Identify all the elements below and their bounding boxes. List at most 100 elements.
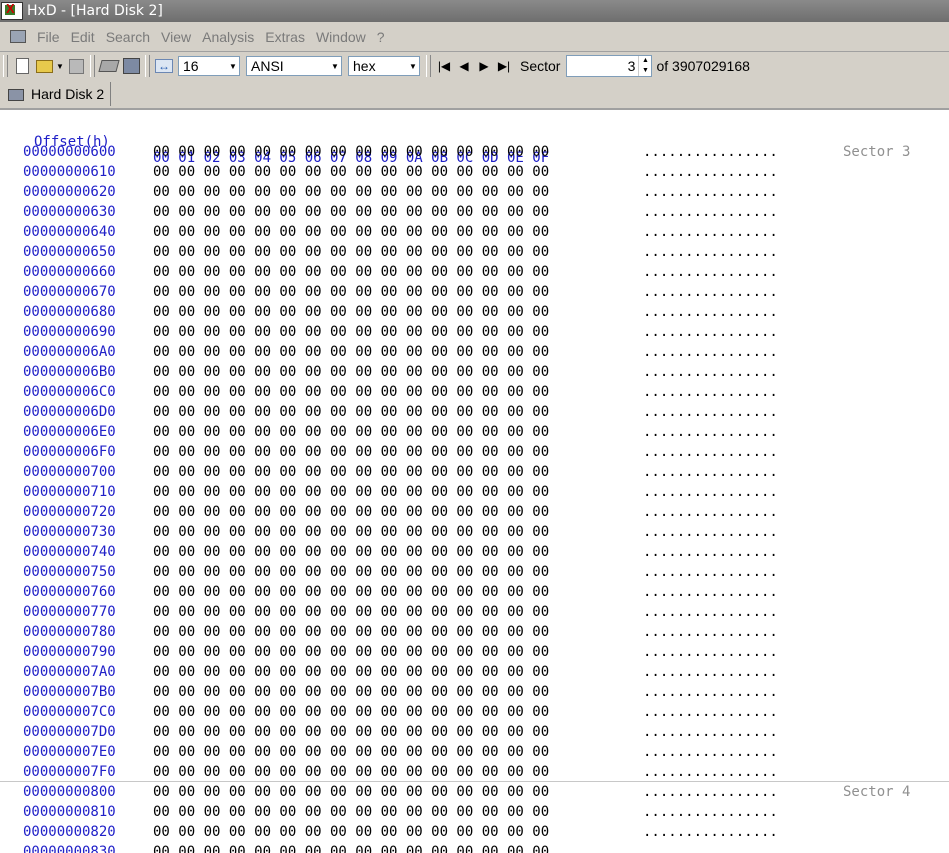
row-ascii[interactable]: ................ bbox=[643, 524, 778, 540]
row-ascii[interactable]: ................ bbox=[643, 564, 778, 580]
row-bytes[interactable]: 00 00 00 00 00 00 00 00 00 00 00 00 00 0… bbox=[153, 264, 549, 280]
row-bytes[interactable]: 00 00 00 00 00 00 00 00 00 00 00 00 00 0… bbox=[153, 404, 549, 420]
chevron-down-icon[interactable]: ▼ bbox=[407, 57, 419, 75]
row-bytes[interactable]: 00 00 00 00 00 00 00 00 00 00 00 00 00 0… bbox=[153, 584, 549, 600]
row-ascii[interactable]: ................ bbox=[643, 384, 778, 400]
row-ascii[interactable]: ................ bbox=[643, 464, 778, 480]
row-bytes[interactable]: 00 00 00 00 00 00 00 00 00 00 00 00 00 0… bbox=[153, 164, 549, 180]
row-ascii[interactable]: ................ bbox=[643, 684, 778, 700]
open-file-icon[interactable] bbox=[33, 55, 55, 77]
chevron-down-icon[interactable]: ▼ bbox=[227, 57, 239, 75]
row-bytes[interactable]: 00 00 00 00 00 00 00 00 00 00 00 00 00 0… bbox=[153, 464, 549, 480]
offset-base-select[interactable]: hex ▼ bbox=[348, 56, 420, 76]
new-file-icon[interactable] bbox=[11, 55, 33, 77]
row-ascii[interactable]: ................ bbox=[643, 584, 778, 600]
row-bytes[interactable]: 00 00 00 00 00 00 00 00 00 00 00 00 00 0… bbox=[153, 324, 549, 340]
row-ascii[interactable]: ................ bbox=[643, 844, 778, 853]
row-bytes[interactable]: 00 00 00 00 00 00 00 00 00 00 00 00 00 0… bbox=[153, 224, 549, 240]
row-bytes[interactable]: 00 00 00 00 00 00 00 00 00 00 00 00 00 0… bbox=[153, 344, 549, 360]
last-sector-icon[interactable]: ▶| bbox=[494, 55, 514, 77]
row-ascii[interactable]: ................ bbox=[643, 164, 778, 180]
row-ascii[interactable]: ................ bbox=[643, 724, 778, 740]
row-ascii[interactable]: ................ bbox=[643, 404, 778, 420]
row-bytes[interactable]: 00 00 00 00 00 00 00 00 00 00 00 00 00 0… bbox=[153, 364, 549, 380]
row-bytes[interactable]: 00 00 00 00 00 00 00 00 00 00 00 00 00 0… bbox=[153, 204, 549, 220]
row-bytes[interactable]: 00 00 00 00 00 00 00 00 00 00 00 00 00 0… bbox=[153, 184, 549, 200]
row-bytes[interactable]: 00 00 00 00 00 00 00 00 00 00 00 00 00 0… bbox=[153, 504, 549, 520]
previous-sector-icon[interactable]: ◀ bbox=[454, 55, 474, 77]
open-disk-icon[interactable] bbox=[98, 55, 120, 77]
toolbar-grip[interactable] bbox=[426, 55, 431, 77]
row-ascii[interactable]: ................ bbox=[643, 504, 778, 520]
menu-file[interactable]: File bbox=[36, 27, 61, 47]
row-ascii[interactable]: ................ bbox=[643, 764, 778, 780]
row-bytes[interactable]: 00 00 00 00 00 00 00 00 00 00 00 00 00 0… bbox=[153, 524, 549, 540]
row-bytes[interactable]: 00 00 00 00 00 00 00 00 00 00 00 00 00 0… bbox=[153, 664, 549, 680]
menu-extras[interactable]: Extras bbox=[264, 27, 306, 47]
menu-analysis[interactable]: Analysis bbox=[201, 27, 255, 47]
row-ascii[interactable]: ................ bbox=[643, 324, 778, 340]
row-bytes[interactable]: 00 00 00 00 00 00 00 00 00 00 00 00 00 0… bbox=[153, 784, 549, 800]
menu-search[interactable]: Search bbox=[105, 27, 151, 47]
row-ascii[interactable]: ................ bbox=[643, 804, 778, 820]
open-dropdown-arrow-icon[interactable]: ▼ bbox=[55, 55, 65, 77]
chevron-down-icon[interactable]: ▼ bbox=[329, 57, 341, 75]
menu-view[interactable]: View bbox=[160, 27, 192, 47]
open-ram-icon[interactable] bbox=[120, 55, 142, 77]
row-bytes[interactable]: 00 00 00 00 00 00 00 00 00 00 00 00 00 0… bbox=[153, 804, 549, 820]
row-bytes[interactable]: 00 00 00 00 00 00 00 00 00 00 00 00 00 0… bbox=[153, 564, 549, 580]
row-ascii[interactable]: ................ bbox=[643, 444, 778, 460]
row-ascii[interactable]: ................ bbox=[643, 644, 778, 660]
hex-editor-view[interactable]: Offset(h) 00 01 02 03 04 05 06 07 08 09 … bbox=[0, 110, 949, 853]
chevron-up-icon[interactable]: ▲ bbox=[639, 56, 651, 66]
sector-input[interactable]: 3 ▲ ▼ bbox=[566, 55, 653, 77]
chevron-down-icon[interactable]: ▼ bbox=[639, 66, 651, 76]
row-ascii[interactable]: ................ bbox=[643, 244, 778, 260]
row-bytes[interactable]: 00 00 00 00 00 00 00 00 00 00 00 00 00 0… bbox=[153, 704, 549, 720]
row-bytes[interactable]: 00 00 00 00 00 00 00 00 00 00 00 00 00 0… bbox=[153, 604, 549, 620]
save-icon[interactable] bbox=[65, 55, 87, 77]
menu-help[interactable]: ? bbox=[376, 27, 386, 47]
row-bytes[interactable]: 00 00 00 00 00 00 00 00 00 00 00 00 00 0… bbox=[153, 244, 549, 260]
row-ascii[interactable]: ................ bbox=[643, 204, 778, 220]
row-bytes[interactable]: 00 00 00 00 00 00 00 00 00 00 00 00 00 0… bbox=[153, 724, 549, 740]
row-ascii[interactable]: ................ bbox=[643, 624, 778, 640]
row-ascii[interactable]: ................ bbox=[643, 224, 778, 240]
hxd-app-icon[interactable] bbox=[1, 1, 23, 20]
row-bytes[interactable]: 00 00 00 00 00 00 00 00 00 00 00 00 00 0… bbox=[153, 844, 549, 853]
row-bytes[interactable]: 00 00 00 00 00 00 00 00 00 00 00 00 00 0… bbox=[153, 544, 549, 560]
row-bytes[interactable]: 00 00 00 00 00 00 00 00 00 00 00 00 00 0… bbox=[153, 624, 549, 640]
next-sector-icon[interactable]: ▶ bbox=[474, 55, 494, 77]
row-ascii[interactable]: ................ bbox=[643, 604, 778, 620]
bytes-per-row-select[interactable]: 16 ▼ bbox=[178, 56, 240, 76]
tab-hard-disk-2[interactable]: Hard Disk 2 bbox=[3, 82, 112, 106]
row-ascii[interactable]: ................ bbox=[643, 364, 778, 380]
row-ascii[interactable]: ................ bbox=[643, 424, 778, 440]
row-ascii[interactable]: ................ bbox=[643, 264, 778, 280]
charset-select[interactable]: ANSI ▼ bbox=[246, 56, 342, 76]
toolbar-grip[interactable] bbox=[3, 55, 8, 77]
row-ascii[interactable]: ................ bbox=[643, 184, 778, 200]
row-bytes[interactable]: 00 00 00 00 00 00 00 00 00 00 00 00 00 0… bbox=[153, 644, 549, 660]
sector-spinner[interactable]: ▲ ▼ bbox=[638, 56, 651, 76]
row-bytes[interactable]: 00 00 00 00 00 00 00 00 00 00 00 00 00 0… bbox=[153, 424, 549, 440]
document-window-icon[interactable] bbox=[8, 27, 28, 47]
row-ascii[interactable]: ................ bbox=[643, 704, 778, 720]
row-bytes[interactable]: 00 00 00 00 00 00 00 00 00 00 00 00 00 0… bbox=[153, 744, 549, 760]
row-ascii[interactable]: ................ bbox=[643, 664, 778, 680]
row-bytes[interactable]: 00 00 00 00 00 00 00 00 00 00 00 00 00 0… bbox=[153, 284, 549, 300]
row-bytes[interactable]: 00 00 00 00 00 00 00 00 00 00 00 00 00 0… bbox=[153, 764, 549, 780]
row-bytes[interactable]: 00 00 00 00 00 00 00 00 00 00 00 00 00 0… bbox=[153, 484, 549, 500]
menu-edit[interactable]: Edit bbox=[70, 27, 96, 47]
row-ascii[interactable]: ................ bbox=[643, 744, 778, 760]
row-ascii[interactable]: ................ bbox=[643, 484, 778, 500]
row-bytes[interactable]: 00 00 00 00 00 00 00 00 00 00 00 00 00 0… bbox=[153, 444, 549, 460]
row-ascii[interactable]: ................ bbox=[643, 784, 778, 800]
row-ascii[interactable]: ................ bbox=[643, 144, 778, 160]
row-ascii[interactable]: ................ bbox=[643, 284, 778, 300]
row-bytes[interactable]: 00 00 00 00 00 00 00 00 00 00 00 00 00 0… bbox=[153, 824, 549, 840]
row-bytes[interactable]: 00 00 00 00 00 00 00 00 00 00 00 00 00 0… bbox=[153, 384, 549, 400]
row-bytes[interactable]: 00 00 00 00 00 00 00 00 00 00 00 00 00 0… bbox=[153, 304, 549, 320]
row-ascii[interactable]: ................ bbox=[643, 304, 778, 320]
first-sector-icon[interactable]: |◀ bbox=[434, 55, 454, 77]
